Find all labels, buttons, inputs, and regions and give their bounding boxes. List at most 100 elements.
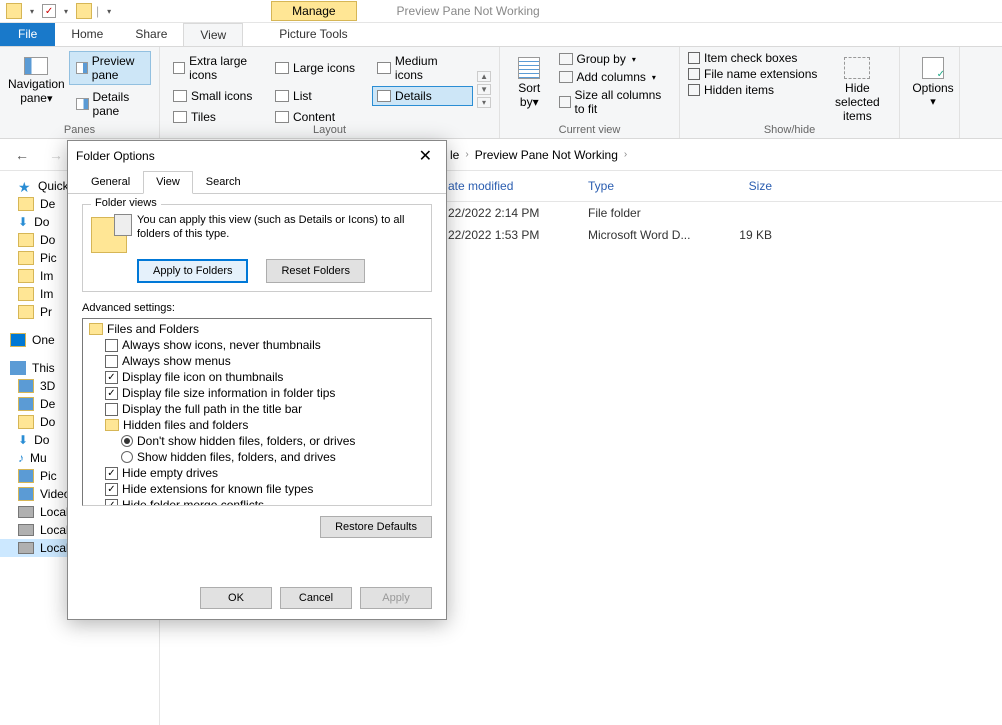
advanced-settings-list[interactable]: Files and Folders Always show icons, nev… (82, 318, 432, 506)
group-label-panes: Panes (0, 124, 159, 136)
layout-scroll[interactable]: ▲▼▾ (477, 51, 491, 127)
crumb-item[interactable]: le (450, 148, 459, 162)
layout-medium[interactable]: Medium icons (372, 51, 473, 85)
preview-pane-button[interactable]: Preview pane (69, 51, 151, 85)
layout-extra-large[interactable]: Extra large icons (168, 51, 269, 85)
navigation-pane-button[interactable]: Navigation pane▾ (8, 51, 65, 121)
adv-hide-merge-conflicts[interactable]: ✓Hide folder merge conflicts (85, 497, 429, 506)
tab-share[interactable]: Share (119, 23, 183, 46)
dialog-footer: OK Cancel Apply (200, 587, 432, 609)
file-extensions-toggle[interactable]: File name extensions (688, 67, 817, 81)
disk-icon (18, 542, 34, 554)
hide-selected-button[interactable]: Hide selected items (827, 51, 887, 123)
hide-selected-icon (844, 57, 870, 79)
group-current-view: Sort by▾ Group by▾ Add columns▾ Size all… (500, 47, 680, 138)
group-options: Options▾ (900, 47, 960, 138)
folder-options-dialog: Folder Options ✕ General View Search Fol… (67, 140, 447, 620)
sort-icon (518, 57, 540, 79)
layout-list[interactable]: List (270, 86, 371, 106)
add-columns-button[interactable]: Add columns▾ (557, 69, 672, 85)
contextual-tab-manage[interactable]: Manage (271, 1, 356, 21)
group-label-layout: Layout (160, 124, 499, 136)
pc-icon (10, 361, 26, 375)
folder-views-legend: Folder views (91, 197, 161, 209)
adv-display-size-tips[interactable]: ✓Display file size information in folder… (85, 385, 429, 401)
tab-home[interactable]: Home (55, 23, 119, 46)
adv-hidden-root: Hidden files and folders (85, 417, 429, 433)
restore-defaults-button[interactable]: Restore Defaults (320, 516, 432, 538)
folder-views-group: Folder views You can apply this view (su… (82, 204, 432, 292)
reset-folders-button[interactable]: Reset Folders (266, 259, 364, 283)
sort-by-button[interactable]: Sort by▾ (508, 51, 551, 117)
item-checkboxes-toggle[interactable]: Item check boxes (688, 51, 817, 65)
layout-small[interactable]: Small icons (168, 86, 269, 106)
disk-icon (18, 506, 34, 518)
back-button[interactable]: ← (10, 143, 34, 167)
options-button[interactable]: Options▾ (908, 51, 958, 108)
layout-details[interactable]: Details (372, 86, 473, 106)
advanced-settings-label: Advanced settings: (82, 302, 432, 314)
qat-dropdown-icon[interactable]: ▾ (30, 7, 34, 16)
column-date[interactable]: ate modified (440, 175, 580, 197)
tab-file[interactable]: File (0, 23, 55, 46)
preview-pane-label: Preview pane (92, 54, 144, 82)
dialog-body: Folder views You can apply this view (su… (68, 194, 446, 548)
apply-button[interactable]: Apply (360, 587, 432, 609)
column-type[interactable]: Type (580, 175, 700, 197)
group-by-button[interactable]: Group by▾ (557, 51, 672, 67)
adv-files-folders: Files and Folders (85, 321, 429, 337)
dialog-titlebar[interactable]: Folder Options ✕ (68, 141, 446, 171)
properties-icon[interactable]: ✓ (42, 4, 56, 18)
details-pane-label: Details pane (93, 90, 144, 118)
group-label-current-view: Current view (500, 124, 679, 136)
qat-dropdown-icon[interactable]: ▾ (64, 7, 68, 16)
chevron-right-icon: › (465, 149, 468, 160)
dialog-title-text: Folder Options (76, 149, 155, 163)
disk-icon (18, 524, 34, 536)
forward-button[interactable]: → (44, 143, 68, 167)
folder-views-icon (91, 217, 127, 253)
apply-to-folders-button[interactable]: Apply to Folders (137, 259, 248, 283)
hidden-items-toggle[interactable]: Hidden items (688, 83, 817, 97)
navigation-pane-label: Navigation pane (8, 77, 65, 105)
ok-button[interactable]: OK (200, 587, 272, 609)
adv-hide-extensions[interactable]: ✓Hide extensions for known file types (85, 481, 429, 497)
adv-show-hidden[interactable]: Show hidden files, folders, and drives (85, 449, 429, 465)
adv-hide-empty-drives[interactable]: ✓Hide empty drives (85, 465, 429, 481)
details-pane-icon (76, 98, 89, 110)
column-size[interactable]: Size (700, 175, 780, 197)
qat-customize-icon[interactable]: ▾ (107, 7, 111, 16)
dialog-tab-general[interactable]: General (78, 171, 143, 193)
folder-icon (89, 323, 103, 335)
adv-display-icon-thumb[interactable]: ✓Display file icon on thumbnails (85, 369, 429, 385)
navigation-pane-icon (24, 57, 48, 75)
group-panes: Navigation pane▾ Preview pane Details pa… (0, 47, 160, 138)
adv-dont-show-hidden[interactable]: Don't show hidden files, folders, or dri… (85, 433, 429, 449)
adv-always-menus[interactable]: Always show menus (85, 353, 429, 369)
dialog-tabs: General View Search (68, 171, 446, 194)
ribbon-tabs: File Home Share View Picture Tools (0, 23, 1002, 47)
ribbon: Navigation pane▾ Preview pane Details pa… (0, 47, 1002, 139)
details-pane-button[interactable]: Details pane (69, 87, 151, 121)
preview-pane-icon (76, 62, 88, 74)
group-layout: Extra large icons Large icons Medium ico… (160, 47, 500, 138)
cancel-button[interactable]: Cancel (280, 587, 352, 609)
adv-always-icons[interactable]: Always show icons, never thumbnails (85, 337, 429, 353)
new-folder-icon[interactable] (76, 3, 92, 19)
close-button[interactable]: ✕ (413, 146, 438, 166)
dialog-tab-search[interactable]: Search (193, 171, 254, 193)
folder-icon (105, 419, 119, 431)
dialog-tab-view[interactable]: View (143, 171, 193, 194)
star-icon: ★ (18, 179, 32, 193)
tab-picture-tools[interactable]: Picture Tools (263, 23, 363, 46)
group-show-hide: Item check boxes File name extensions Hi… (680, 47, 900, 138)
chevron-right-icon: › (624, 149, 627, 160)
breadcrumb[interactable]: le › Preview Pane Not Working › (450, 148, 627, 162)
crumb-item[interactable]: Preview Pane Not Working (475, 148, 618, 162)
adv-full-path-title[interactable]: Display the full path in the title bar (85, 401, 429, 417)
title-bar: ▾ ✓ ▾ | ▾ Manage Preview Pane Not Workin… (0, 0, 1002, 23)
window-title: Preview Pane Not Working (397, 4, 540, 18)
size-columns-button[interactable]: Size all columns to fit (557, 87, 672, 117)
layout-large[interactable]: Large icons (270, 51, 371, 85)
tab-view[interactable]: View (183, 23, 243, 46)
